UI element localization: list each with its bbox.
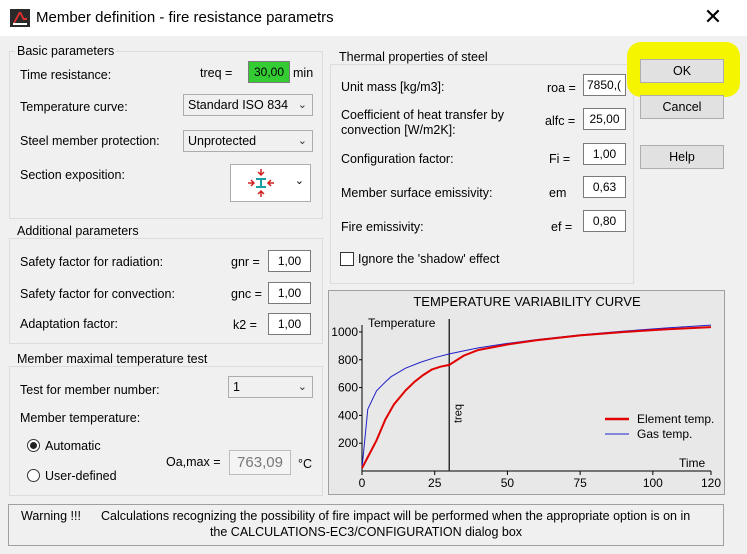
k2-input[interactable]: 1,00: [268, 313, 311, 335]
section-exposition-select[interactable]: ⌄: [230, 164, 311, 202]
steel-protection-label: Steel member protection:: [20, 134, 160, 148]
steel-protection-select[interactable]: Unprotected ⌄: [183, 130, 313, 152]
oa-max-unit: °C: [298, 457, 313, 471]
x-tick-label: 120: [701, 476, 721, 490]
oa-max-symbol: Oa,max =: [166, 455, 221, 469]
treq-unit: min: [293, 66, 314, 80]
test-member-label: Test for member number:: [20, 383, 160, 397]
heat-transfer-label: Coefficient of heat transfer by convecti…: [341, 108, 505, 137]
gnc-symbol: gnc =: [231, 287, 262, 301]
y-tick-label: 600: [338, 381, 358, 395]
user-defined-label: User-defined: [45, 469, 117, 483]
shadow-effect-checkbox[interactable]: [340, 252, 354, 266]
treq-input[interactable]: 30,00: [248, 61, 290, 83]
temperature-curve-value: Standard ISO 834: [188, 98, 289, 112]
chart-xlabel: Time: [679, 456, 706, 470]
alfc-input[interactable]: 25,00: [583, 108, 626, 130]
radiation-factor-label: Safety factor for radiation:: [20, 255, 164, 269]
steel-protection-value: Unprotected: [188, 134, 257, 148]
shadow-effect-label: Ignore the 'shadow' effect: [358, 252, 500, 266]
roa-input[interactable]: 7850,(: [583, 74, 626, 96]
thermal-properties-title: Thermal properties of steel: [337, 50, 490, 64]
convection-factor-label: Safety factor for convection:: [20, 287, 175, 301]
basic-parameters-title: Basic parameters: [15, 44, 117, 58]
section-exposition-icon: [248, 169, 274, 197]
chevron-down-icon: ⌄: [294, 175, 304, 187]
unit-mass-label: Unit mass [kg/m3]:: [341, 80, 445, 94]
fi-input[interactable]: 1,00: [583, 143, 626, 165]
x-tick-label: 50: [501, 476, 515, 490]
automatic-radio[interactable]: [27, 439, 40, 452]
x-tick-label: 0: [359, 476, 366, 490]
time-resistance-label: Time resistance:: [20, 68, 112, 82]
configuration-factor-label: Configuration factor:: [341, 152, 454, 166]
help-button[interactable]: Help: [640, 145, 724, 169]
roa-symbol: roa =: [547, 81, 576, 95]
gnr-input[interactable]: 1,00: [268, 250, 311, 272]
app-icon: [10, 9, 30, 27]
chevron-down-icon: ⌄: [297, 381, 307, 393]
y-tick-label: 800: [338, 353, 358, 367]
em-symbol: em: [549, 186, 567, 200]
warning-line-1: Calculations recognizing the possibility…: [101, 509, 691, 523]
treq-marker-label: treq: [452, 404, 464, 423]
ef-input[interactable]: 0,80: [583, 210, 626, 232]
warning-box: Warning !!! Calculations recognizing the…: [8, 504, 724, 546]
ok-button[interactable]: OK: [640, 59, 724, 83]
chart-ylabel: Temperature: [368, 316, 436, 330]
x-tick-label: 25: [428, 476, 442, 490]
chevron-down-icon: ⌄: [297, 135, 307, 147]
automatic-label: Automatic: [45, 439, 101, 453]
temperature-chart: TEMPERATURE VARIABILITY CURVE Temperatur…: [328, 290, 725, 495]
user-defined-radio[interactable]: [27, 469, 40, 482]
test-member-select[interactable]: 1 ⌄: [228, 376, 313, 398]
additional-parameters-title: Additional parameters: [15, 224, 141, 238]
series-line-1: [361, 324, 712, 469]
temperature-curve-label: Temperature curve:: [20, 100, 128, 114]
member-temperature-label: Member temperature:: [20, 411, 141, 425]
warning-line-2: the CALCULATIONS-EC3/CONFIGURATION dialo…: [209, 525, 523, 539]
window-title: Member definition - fire resistance para…: [36, 9, 334, 26]
temperature-curve-select[interactable]: Standard ISO 834 ⌄: [183, 94, 313, 116]
close-icon[interactable]: ✕: [700, 4, 726, 30]
surface-emissivity-label: Member surface emissivity:: [341, 186, 493, 200]
thermal-properties-group: [330, 64, 634, 284]
warning-prefix: Warning !!!: [21, 509, 81, 523]
gnc-input[interactable]: 1,00: [268, 282, 311, 304]
legend-label: Gas temp.: [637, 427, 692, 441]
fi-symbol: Fi =: [549, 152, 571, 166]
x-tick-label: 100: [643, 476, 663, 490]
gnr-symbol: gnr =: [231, 255, 260, 269]
y-tick-label: 400: [338, 408, 358, 422]
chevron-down-icon: ⌄: [297, 99, 307, 111]
legend-label: Element temp.: [637, 412, 714, 426]
oa-max-field: 763,09: [229, 450, 291, 475]
series-line-0: [361, 326, 712, 469]
em-input[interactable]: 0,63: [583, 176, 626, 198]
x-tick-label: 75: [573, 476, 587, 490]
y-tick-label: 200: [338, 436, 358, 450]
test-member-value: 1: [233, 380, 240, 394]
max-temperature-title: Member maximal temperature test: [15, 352, 210, 366]
ef-symbol: ef =: [551, 220, 573, 234]
y-tick-label: 1000: [331, 325, 358, 339]
treq-symbol: treq =: [200, 66, 233, 80]
cancel-button[interactable]: Cancel: [640, 95, 724, 119]
chart-title: TEMPERATURE VARIABILITY CURVE: [413, 294, 641, 309]
fire-emissivity-label: Fire emissivity:: [341, 220, 424, 234]
section-exposition-label: Section exposition:: [20, 168, 125, 182]
adaptation-factor-label: Adaptation factor:: [20, 317, 118, 331]
alfc-symbol: alfc =: [545, 114, 576, 128]
chart-svg: TEMPERATURE VARIABILITY CURVE Temperatur…: [331, 294, 721, 490]
k2-symbol: k2 =: [233, 318, 257, 332]
